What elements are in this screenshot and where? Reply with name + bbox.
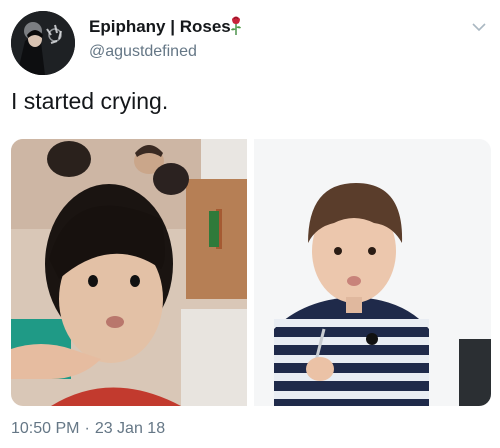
timestamp[interactable]: 10:50 PM · 23 Jan 18 xyxy=(11,420,165,438)
handle[interactable]: @agustdefined xyxy=(89,43,197,61)
chevron-down-icon[interactable] xyxy=(470,20,488,34)
avatar[interactable] xyxy=(11,11,75,75)
photo-icon xyxy=(254,139,491,406)
rose-icon xyxy=(231,16,241,35)
tweet-text: I started crying. xyxy=(11,88,169,114)
photo-icon xyxy=(11,139,247,406)
display-name[interactable]: Epiphany | Roses xyxy=(89,17,231,37)
tweet-date: 23 Jan 18 xyxy=(94,420,166,437)
tweet-card: Epiphany | Roses @agustdefined I started… xyxy=(0,0,500,448)
tweet-time: 10:50 PM xyxy=(11,420,80,437)
timestamp-separator: · xyxy=(84,420,90,437)
media-photo-left[interactable] xyxy=(11,139,247,406)
media-photo-right[interactable] xyxy=(254,139,491,406)
